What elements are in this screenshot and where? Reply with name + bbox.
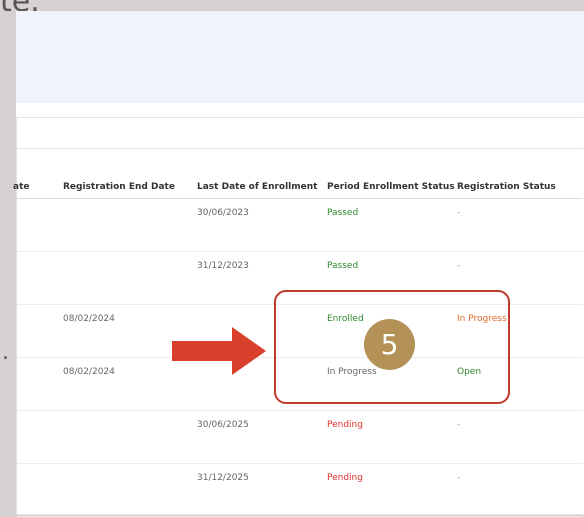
table-row[interactable]: 30/06/2023 Passed - (17, 199, 583, 252)
registration-end-date-cell: 08/02/2024 (63, 314, 115, 324)
card-header (17, 118, 583, 149)
period-enrollment-status-cell: Passed (327, 208, 359, 218)
info-panel (16, 11, 584, 103)
last-date-of-enrollment-cell: 31/12/2023 (197, 261, 249, 271)
background-text-period: . (2, 340, 9, 365)
period-enrollment-status-cell: Passed (327, 261, 359, 271)
period-enrollment-status-cell: Pending (327, 473, 363, 483)
registration-status-cell: - (457, 420, 461, 430)
column-header-start-date[interactable]: ate (13, 182, 29, 192)
last-date-of-enrollment-cell: 30/06/2023 (197, 208, 249, 218)
registration-status-cell: - (457, 261, 461, 271)
last-date-of-enrollment-cell: 30/06/2025 (197, 420, 249, 430)
arrow-right-icon (172, 327, 266, 375)
column-header-registration-end-date[interactable]: Registration End Date (63, 182, 175, 192)
column-header-last-date-of-enrollment[interactable]: Last Date of Enrollment (197, 182, 317, 192)
column-header-period-enrollment-status[interactable]: Period Enrollment Status (327, 182, 455, 192)
table-header-row: ate Registration End Date Last Date of E… (13, 180, 583, 199)
registration-status-cell: - (457, 473, 461, 483)
registration-status-cell: - (457, 208, 461, 218)
column-header-registration-status[interactable]: Registration Status (457, 182, 556, 192)
table-row[interactable]: 30/06/2025 Pending - (17, 411, 583, 464)
last-date-of-enrollment-cell: 31/12/2025 (197, 473, 249, 483)
registration-end-date-cell: 08/02/2024 (63, 367, 115, 377)
period-enrollment-status-cell: Pending (327, 420, 363, 430)
step-number-badge: 5 (364, 319, 415, 370)
table-row[interactable]: 31/12/2025 Pending - (17, 464, 583, 517)
